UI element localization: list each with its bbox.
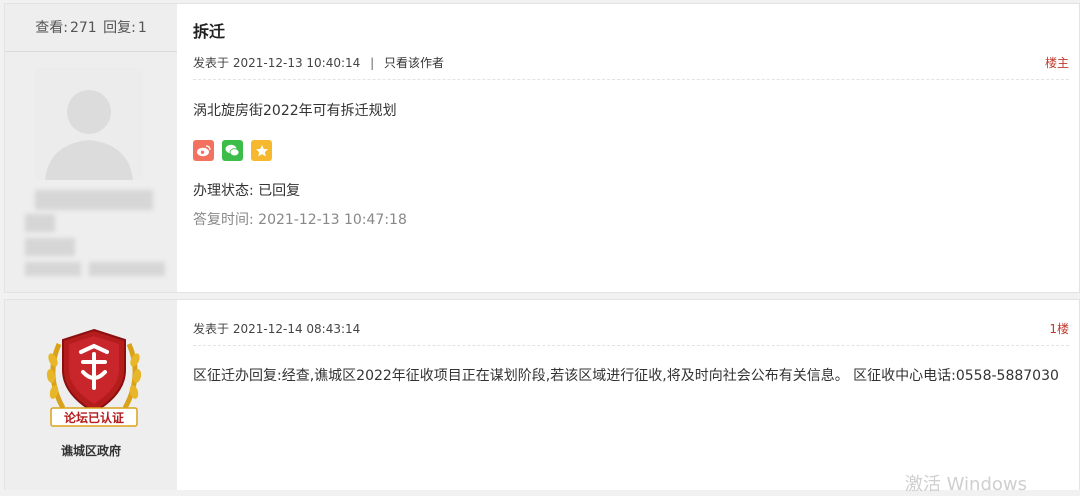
post-original: 查看: 271 回复: 1 拆迁 发表于 2021-12-13 10:40:14 |… bbox=[4, 3, 1080, 293]
reply-time: 答复时间: 2021-12-13 10:47:18 bbox=[193, 209, 407, 229]
default-avatar-icon bbox=[35, 68, 143, 180]
wechat-icon[interactable] bbox=[222, 140, 243, 161]
reply-time-value: 2021-12-13 10:47:18 bbox=[258, 212, 407, 228]
author-sidebar: 查看: 271 回复: 1 bbox=[5, 4, 177, 292]
posted-time: 2021-12-13 10:40:14 bbox=[232, 56, 361, 70]
blurred-info bbox=[25, 214, 55, 232]
thread-stats: 查看: 271 回复: 1 bbox=[5, 4, 177, 52]
handling-status: 办理状态: 已回复 bbox=[193, 180, 300, 200]
favorite-star-icon[interactable] bbox=[251, 140, 272, 161]
views-label: 查看: bbox=[35, 20, 68, 36]
windows-watermark: 激活 Windows bbox=[904, 474, 1027, 495]
floor-label[interactable]: 楼主 bbox=[1045, 54, 1069, 71]
blurred-info bbox=[25, 262, 81, 276]
posted-label: 发表于 bbox=[193, 322, 230, 336]
blurred-info bbox=[25, 238, 75, 256]
blurred-info bbox=[89, 262, 165, 276]
meta-separator: | bbox=[370, 56, 375, 70]
replies-count: 1 bbox=[137, 20, 147, 36]
seal-text: 论坛已认证 bbox=[63, 411, 124, 425]
avatar[interactable] bbox=[35, 68, 143, 180]
weibo-icon[interactable] bbox=[193, 140, 214, 161]
posted-label: 发表于 bbox=[193, 56, 230, 70]
post-main: 发表于 2021-12-14 08:43:14 1楼 区征迁办回复:经查,谯城区… bbox=[177, 300, 1079, 495]
replies-label: 回复: bbox=[103, 20, 136, 36]
verified-seal-icon[interactable]: 论坛已认证 bbox=[41, 326, 147, 432]
post-body: 区征迁办回复:经查,谯城区2022年征收项目正在谋划阶段,若该区域进行征收,将及… bbox=[193, 368, 1059, 384]
author-name[interactable]: 谯城区政府 bbox=[5, 442, 177, 459]
status-label: 办理状态: bbox=[193, 183, 254, 199]
post-main: 拆迁 发表于 2021-12-13 10:40:14 | 只看该作者 楼主 涡北… bbox=[177, 4, 1079, 292]
post-meta: 发表于 2021-12-14 08:43:14 1楼 bbox=[193, 320, 1069, 346]
blurred-username bbox=[35, 190, 153, 210]
post-reply: 论坛已认证 谯城区政府 发表于 2021-12-14 08:43:14 1楼 区… bbox=[4, 299, 1080, 495]
post-meta: 发表于 2021-12-13 10:40:14 | 只看该作者 楼主 bbox=[193, 54, 1069, 80]
reply-time-label: 答复时间: bbox=[193, 212, 254, 228]
post-body: 涡北旋房街2022年可有拆迁规划 bbox=[193, 103, 397, 119]
status-value: 已回复 bbox=[258, 183, 301, 199]
posted-time: 2021-12-14 08:43:14 bbox=[232, 322, 361, 336]
author-sidebar: 论坛已认证 谯城区政府 bbox=[5, 300, 177, 490]
thread-title: 拆迁 bbox=[193, 22, 226, 41]
share-bar bbox=[193, 140, 272, 161]
views-count: 271 bbox=[69, 20, 97, 36]
only-author-link[interactable]: 只看该作者 bbox=[384, 56, 444, 70]
floor-label[interactable]: 1楼 bbox=[1049, 320, 1069, 337]
